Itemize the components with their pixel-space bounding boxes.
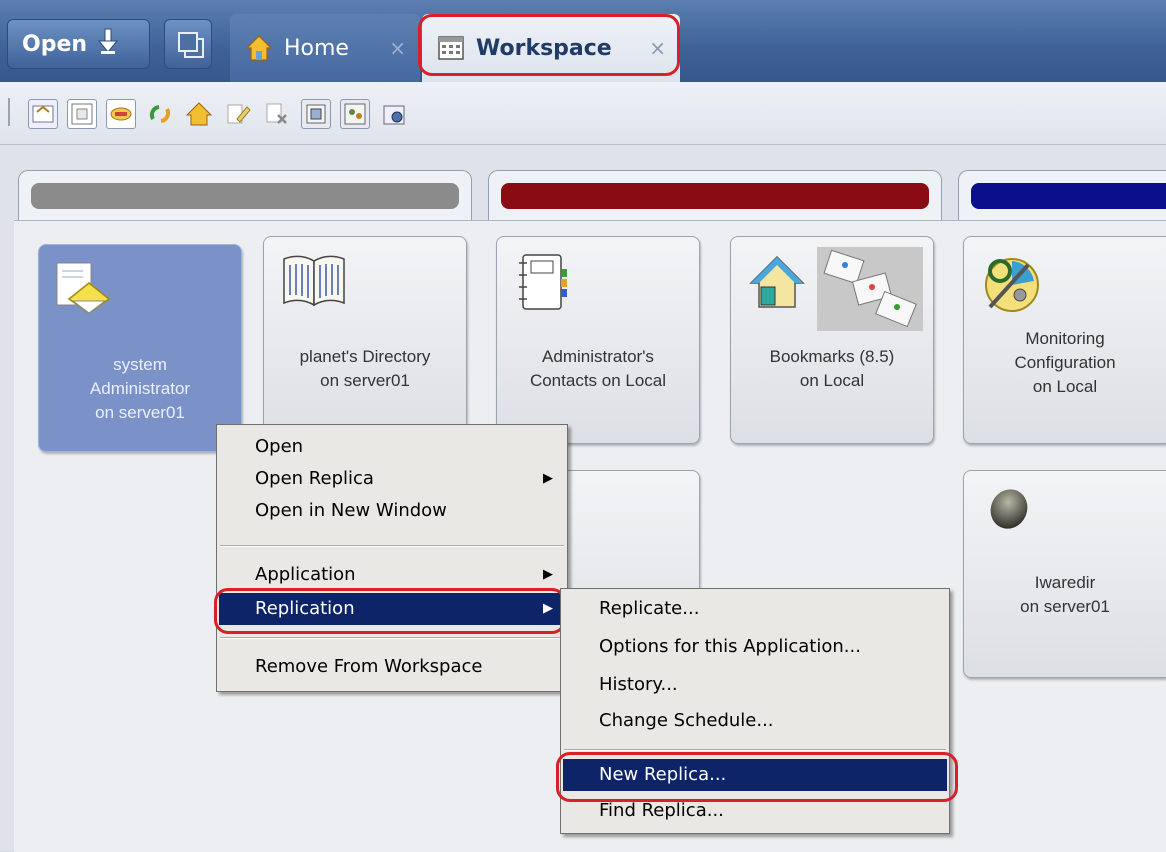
home-icon <box>244 33 274 63</box>
menu-item-replication[interactable]: Replication ▶ <box>219 593 565 625</box>
submenu-arrow-icon: ▶ <box>543 601 553 616</box>
tile-label: planet's Directory <box>299 347 431 366</box>
menu-item-remove-from-workspace[interactable]: Remove From Workspace <box>219 651 565 683</box>
workspace-page-tab-red[interactable] <box>488 170 942 220</box>
submenu-arrow-icon: ▶ <box>543 567 553 582</box>
submenu-arrow-icon: ▶ <box>543 471 553 486</box>
tile-label: Monitoring <box>1025 329 1105 348</box>
refresh-icon[interactable] <box>145 99 175 129</box>
menu-item-application[interactable]: Application ▶ <box>219 559 565 591</box>
tile-label: Administrator's <box>542 347 654 366</box>
notebook-icon <box>513 251 573 311</box>
tile-iwaredir[interactable]: Iwaredir on server01 <box>963 470 1166 678</box>
tile-bookmarks[interactable]: Bookmarks (8.5) on Local <box>730 236 934 444</box>
mail-database-icon <box>55 259 115 319</box>
menu-item-open[interactable]: Open <box>219 431 565 463</box>
menu-item-open-in-new-window[interactable]: Open in New Window <box>219 495 565 527</box>
menu-separator <box>564 749 946 751</box>
tile-label: on Local <box>799 371 865 390</box>
open-button[interactable]: Open <box>7 19 150 69</box>
tile-label: system <box>113 355 167 374</box>
tile-label: on server01 <box>320 371 410 390</box>
download-arrow-icon <box>97 27 119 62</box>
close-icon[interactable]: × <box>389 36 406 60</box>
window-list-button[interactable] <box>164 19 212 69</box>
bookmark-cards-icon <box>817 247 923 331</box>
tile-label: Contacts on Local <box>529 371 667 390</box>
remove-icon[interactable] <box>262 99 292 129</box>
tile-planets-directory[interactable]: planet's Directory on server01 <box>263 236 467 444</box>
tile-administrators-contacts[interactable]: Administrator's Contacts on Local <box>496 236 700 444</box>
tile-monitoring-configuration[interactable]: Monitoring Configuration on Local <box>963 236 1166 444</box>
group-icon[interactable] <box>340 99 370 129</box>
menu-separator <box>220 637 564 639</box>
globe-icon <box>980 485 1040 545</box>
tab-home[interactable]: Home × <box>230 14 420 82</box>
tile-label: on server01 <box>1020 597 1110 616</box>
menu-item-options-for-application[interactable]: Options for this Application... <box>563 631 947 663</box>
open-book-icon <box>280 251 345 311</box>
properties-icon[interactable] <box>67 99 97 129</box>
open-button-label: Open <box>22 31 88 57</box>
menu-item-open-replica[interactable]: Open Replica ▶ <box>219 463 565 495</box>
menu-item-replicate[interactable]: Replicate... <box>563 593 947 625</box>
workspace-page-tab-blue[interactable] <box>958 170 1166 220</box>
menu-item-find-replica[interactable]: Find Replica... <box>563 795 947 827</box>
menu-separator <box>220 545 564 547</box>
tab-workspace[interactable]: Workspace × <box>422 14 680 82</box>
key-icon[interactable] <box>106 99 136 129</box>
menu-item-new-replica[interactable]: New Replica... <box>563 759 947 791</box>
stack-icon[interactable] <box>301 99 331 129</box>
workspace-icon[interactable] <box>28 99 58 129</box>
settings-icon[interactable] <box>379 99 409 129</box>
context-menu: Open Open Replica ▶ Open in New Window Ap… <box>216 424 568 692</box>
menu-item-history[interactable]: History... <box>563 669 947 701</box>
tile-label: Bookmarks (8.5) <box>769 347 895 366</box>
tile-label: Iwaredir <box>1034 573 1096 592</box>
tile-system-administrator[interactable]: system Administrator on server01 <box>38 244 242 452</box>
home-bookmark-icon <box>747 251 807 311</box>
tab-workspace-label: Workspace <box>476 35 612 61</box>
tile-label: Configuration <box>1014 353 1116 372</box>
close-icon[interactable]: × <box>649 36 666 60</box>
tab-bar: Open Home × Workspace × <box>0 0 1166 82</box>
edit-icon[interactable] <box>223 99 253 129</box>
workspace-page-tab-grey[interactable] <box>18 170 472 220</box>
monitoring-gear-icon <box>980 251 1040 312</box>
menu-item-change-schedule[interactable]: Change Schedule... <box>563 705 947 737</box>
replication-submenu: Replicate... Options for this Applicatio… <box>560 588 950 834</box>
home-icon[interactable] <box>184 99 214 129</box>
tile-label: on Local <box>1032 377 1098 396</box>
tab-home-label: Home <box>284 35 349 61</box>
tile-label: Administrator <box>89 379 191 398</box>
calendar-grid-icon <box>436 33 466 63</box>
tile-label: on server01 <box>95 403 185 422</box>
